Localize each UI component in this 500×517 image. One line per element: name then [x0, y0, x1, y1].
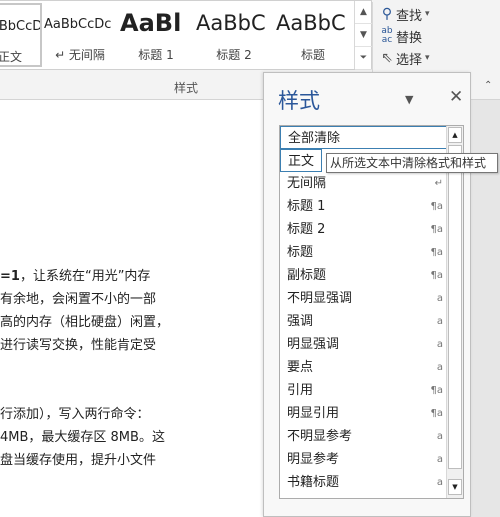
styles-list[interactable]: 全部清除 正文 无间隔 ↵ 标题 1 ¶a 标题 2 ¶a 标题 ¶a 副标题 ¶a 不明…: [279, 125, 464, 499]
style-preview: AaBbC: [276, 11, 346, 35]
doc-line: 行添加），写入两行命令：: [0, 407, 150, 422]
styles-gallery: AaBbCcDc 正文 AaBbCcDc ↵ 无间隔 AaBl 标题 1 AaB…: [0, 0, 372, 70]
select-label: 选择: [396, 52, 423, 68]
gallery-item-heading-2[interactable]: AaBbC 标题 2: [196, 3, 272, 67]
style-item[interactable]: 明显参考 a: [280, 448, 447, 471]
style-caption: 标题: [300, 48, 325, 62]
styles-list-scrollbar[interactable]: ▲ ▼: [446, 126, 463, 498]
editing-group: ⚲ 查找 ▾ ab ac 替换 ⇖ 选择 ▾: [378, 3, 450, 69]
pane-title: 样式: [278, 89, 320, 113]
gallery-item-normal[interactable]: AaBbCcDc 正文: [0, 3, 42, 67]
style-item[interactable]: 不明显参考 a: [280, 425, 447, 448]
doc-line: 高的内存（相比硬盘）闲置，: [0, 315, 170, 330]
close-icon[interactable]: ✕: [449, 87, 463, 107]
replace-button[interactable]: ab ac 替换: [378, 25, 450, 47]
style-item[interactable]: 明显强调 a: [280, 333, 447, 356]
style-item[interactable]: 不明显强调 a: [280, 287, 447, 310]
tooltip: 从所选文本中清除格式和样式: [326, 153, 498, 173]
scroll-down-icon[interactable]: ▼: [448, 479, 462, 495]
search-icon: ⚲: [381, 6, 393, 22]
chevron-down-icon: ▾: [425, 9, 430, 19]
style-preview: AaBbCcDc: [44, 17, 112, 32]
style-item[interactable]: 引用 ¶a: [280, 379, 447, 402]
pane-options-chevron-down-icon[interactable]: ▼: [405, 93, 413, 106]
style-item[interactable]: 副标题 ¶a: [280, 264, 447, 287]
style-item[interactable]: 书籍标题 a: [280, 471, 447, 494]
style-item-normal[interactable]: 正文: [280, 149, 322, 172]
style-item[interactable]: 标题 ¶a: [280, 241, 447, 264]
gallery-item-heading-1[interactable]: AaBl 标题 1: [120, 3, 192, 67]
style-item[interactable]: 强调 a: [280, 310, 447, 333]
collapse-ribbon-icon[interactable]: ⌃: [484, 80, 492, 91]
scroll-thumb[interactable]: [448, 145, 462, 469]
replace-icon: ab ac: [381, 26, 393, 45]
document-page[interactable]: =1，让系统在“用光”内存 有余地，会闲置不小的一部 高的内存（相比硬盘）闲置，…: [0, 100, 263, 517]
style-item[interactable]: 标题 1 ¶a: [280, 195, 447, 218]
find-button[interactable]: ⚲ 查找 ▾: [378, 3, 450, 25]
style-item[interactable]: 要点 a: [280, 356, 447, 379]
cursor-icon: ⇖: [381, 50, 393, 66]
gallery-scroll: ▲ ▼ ⏷: [354, 1, 372, 70]
gallery-scroll-up-button[interactable]: ▲: [355, 1, 372, 24]
doc-line: 有余地，会闲置不小的一部: [0, 292, 157, 307]
doc-line: =1，让系统在“用光”内存: [0, 269, 151, 284]
style-caption: ↵ 无间隔: [55, 48, 105, 62]
style-preview: AaBbCcDc: [0, 19, 42, 34]
find-label: 查找: [396, 8, 423, 24]
scroll-up-icon[interactable]: ▲: [448, 127, 462, 143]
style-item[interactable]: 标题 2 ¶a: [280, 218, 447, 241]
styles-pane: 样式 ▼ ✕ 全部清除 正文 无间隔 ↵ 标题 1 ¶a 标题 2 ¶a 标题 ¶a 副…: [263, 72, 471, 517]
style-caption: 标题 2: [216, 48, 252, 62]
style-caption: 标题 1: [138, 48, 174, 62]
gallery-more-button[interactable]: ⏷: [355, 47, 372, 70]
gallery-scroll-down-button[interactable]: ▼: [355, 24, 372, 47]
doc-line: 进行读写交换，性能肯定受: [0, 338, 157, 353]
gallery-item-title[interactable]: AaBbC 标题: [276, 3, 350, 67]
style-item[interactable]: 无间隔 ↵: [280, 172, 447, 195]
style-preview: AaBbC: [196, 11, 266, 35]
style-item-clear-all[interactable]: 全部清除: [280, 126, 447, 149]
style-preview: AaBl: [120, 9, 182, 37]
style-item[interactable]: 明显引用 ¶a: [280, 402, 447, 425]
style-caption: 正文: [0, 50, 23, 64]
chevron-down-icon: ▾: [425, 53, 430, 63]
select-button[interactable]: ⇖ 选择 ▾: [378, 47, 450, 69]
replace-label: 替换: [396, 30, 423, 46]
gallery-item-no-spacing[interactable]: AaBbCcDc ↵ 无间隔: [44, 3, 116, 67]
doc-line: 4MB，最大缓存区 8MB。这: [0, 430, 165, 445]
doc-line: 盘当缓存使用，提升小文件: [0, 453, 157, 468]
